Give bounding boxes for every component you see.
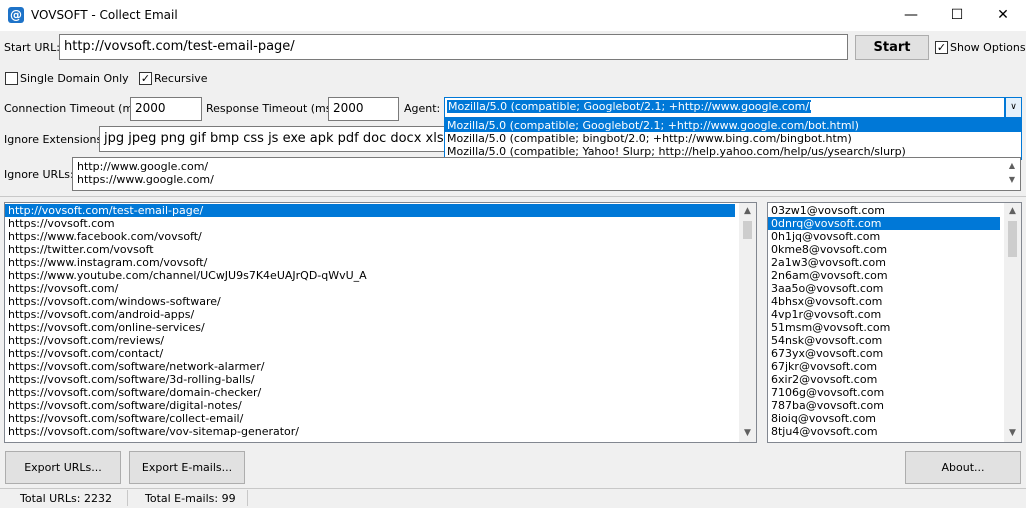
email-row[interactable]: 0dnrq@vovsoft.com [768, 217, 1000, 230]
scroll-thumb[interactable] [743, 221, 752, 239]
ignore-urls-textarea[interactable]: http://www.google.com/ https://www.googl… [72, 157, 1021, 191]
response-timeout-label: Response Timeout (ms): [206, 102, 340, 115]
status-separator [127, 490, 128, 506]
url-row[interactable]: https://vovsoft.com/ [5, 282, 735, 295]
email-list-scrollbar[interactable]: ▲ ▼ [1004, 203, 1021, 442]
ignore-extensions-label: Ignore Extensions: [4, 133, 106, 146]
email-row[interactable]: 03zw1@vovsoft.com [768, 204, 1000, 217]
url-row[interactable]: https://vovsoft.com/software/collect-ema… [5, 412, 735, 425]
email-row[interactable]: 54nsk@vovsoft.com [768, 334, 1000, 347]
status-divider [0, 488, 1026, 489]
divider [0, 196, 1026, 197]
url-row[interactable]: https://vovsoft.com/windows-software/ [5, 295, 735, 308]
url-row[interactable]: https://vovsoft.com/online-services/ [5, 321, 735, 334]
scroll-thumb[interactable] [1008, 221, 1017, 257]
url-row[interactable]: http://vovsoft.com/test-email-page/ [5, 204, 735, 217]
email-row[interactable]: 673yx@vovsoft.com [768, 347, 1000, 360]
url-row[interactable]: https://vovsoft.com/android-apps/ [5, 308, 735, 321]
start-button[interactable]: Start [855, 35, 929, 60]
agent-option[interactable]: Mozilla/5.0 (compatible; bingbot/2.0; +h… [445, 132, 1021, 145]
email-row[interactable]: 6xir2@vovsoft.com [768, 373, 1000, 386]
url-row[interactable]: https://www.instagram.com/vovsoft/ [5, 256, 735, 269]
email-row[interactable]: 2n6am@vovsoft.com [768, 269, 1000, 282]
ignore-urls-label: Ignore URLs: [4, 168, 74, 181]
export-emails-button[interactable]: Export E-mails... [129, 451, 245, 484]
url-row[interactable]: https://vovsoft.com [5, 217, 735, 230]
email-row[interactable]: 51msm@vovsoft.com [768, 321, 1000, 334]
agent-select[interactable]: Mozilla/5.0 (compatible; Googlebot/2.1; … [444, 97, 1005, 118]
url-row[interactable]: https://vovsoft.com/contact/ [5, 347, 735, 360]
agent-selected-value: Mozilla/5.0 (compatible; Googlebot/2.1; … [447, 100, 860, 113]
agent-dropdown-list: Mozilla/5.0 (compatible; Googlebot/2.1; … [444, 118, 1022, 160]
url-row[interactable]: https://vovsoft.com/software/vov-sitemap… [5, 425, 735, 438]
total-urls-status: Total URLs: 2232 [20, 492, 112, 505]
url-row[interactable]: https://vovsoft.com/software/domain-chec… [5, 386, 735, 399]
scroll-up-icon[interactable]: ▲ [739, 203, 756, 220]
ignore-url-line: http://www.google.com/ [77, 160, 209, 173]
email-row[interactable]: 8tju4@vovsoft.com [768, 425, 1000, 438]
close-button[interactable]: ✕ [980, 0, 1026, 31]
single-domain-checkbox[interactable] [5, 72, 18, 85]
url-row[interactable]: https://vovsoft.com/reviews/ [5, 334, 735, 347]
email-row[interactable]: 0kme8@vovsoft.com [768, 243, 1000, 256]
url-row[interactable]: https://vovsoft.com/software/digital-not… [5, 399, 735, 412]
show-options-checkbox[interactable]: ✓ [935, 41, 948, 54]
scroll-down-icon[interactable]: ▼ [739, 425, 756, 442]
connection-timeout-label: Connection Timeout (ms): [4, 102, 147, 115]
chevron-down-icon[interactable]: ∨ [1005, 97, 1022, 118]
email-list[interactable]: 03zw1@vovsoft.com 0dnrq@vovsoft.com 0h1jq@… [767, 202, 1022, 443]
email-row[interactable]: 8ioiq@vovsoft.com [768, 412, 1000, 425]
email-row[interactable]: 7106g@vovsoft.com [768, 386, 1000, 399]
email-row[interactable]: 4vp1r@vovsoft.com [768, 308, 1000, 321]
app-icon: @ [8, 7, 24, 23]
email-row[interactable]: 4bhsx@vovsoft.com [768, 295, 1000, 308]
email-row[interactable]: 67jkr@vovsoft.com [768, 360, 1000, 373]
start-url-label: Start URL: [4, 41, 60, 54]
minimize-button[interactable]: — [888, 0, 934, 31]
ignore-url-line: https://www.google.com/ [77, 173, 214, 186]
url-list-scrollbar[interactable]: ▲ ▼ [739, 203, 756, 442]
email-row[interactable]: 787ba@vovsoft.com [768, 399, 1000, 412]
url-list[interactable]: http://vovsoft.com/test-email-page/https… [4, 202, 757, 443]
about-button[interactable]: About... [905, 451, 1021, 484]
email-row[interactable]: 0h1jq@vovsoft.com [768, 230, 1000, 243]
total-emails-status: Total E-mails: 99 [145, 492, 236, 505]
single-domain-label: Single Domain Only [20, 72, 129, 85]
url-row[interactable]: https://twitter.com/vovsoft [5, 243, 735, 256]
url-row[interactable]: https://vovsoft.com/software/3d-rolling-… [5, 373, 735, 386]
email-row[interactable]: 2a1w3@vovsoft.com [768, 256, 1000, 269]
start-url-input[interactable]: http://vovsoft.com/test-email-page/ [59, 34, 848, 60]
show-options-label: Show Options [950, 41, 1026, 54]
scroll-down-icon[interactable]: ▼ [1004, 425, 1021, 442]
email-row[interactable]: 3aa5o@vovsoft.com [768, 282, 1000, 295]
agent-label: Agent: [404, 102, 441, 115]
export-urls-button[interactable]: Export URLs... [5, 451, 121, 484]
agent-option[interactable]: Mozilla/5.0 (compatible; Googlebot/2.1; … [445, 119, 1021, 132]
response-timeout-input[interactable]: 2000 [328, 97, 399, 121]
ignore-urls-scrollbar[interactable]: ▲ ▼ [1005, 159, 1019, 189]
url-row[interactable]: https://www.facebook.com/vovsoft/ [5, 230, 735, 243]
status-separator [247, 490, 248, 506]
window-title: VOVSOFT - Collect Email [31, 8, 178, 22]
scroll-up-icon[interactable]: ▲ [1004, 203, 1021, 220]
maximize-button[interactable]: ☐ [934, 0, 980, 31]
recursive-checkbox[interactable]: ✓ [139, 72, 152, 85]
url-row[interactable]: https://vovsoft.com/software/network-ala… [5, 360, 735, 373]
url-row[interactable]: https://www.youtube.com/channel/UCwJU9s7… [5, 269, 735, 282]
connection-timeout-input[interactable]: 2000 [130, 97, 202, 121]
recursive-label: Recursive [154, 72, 208, 85]
